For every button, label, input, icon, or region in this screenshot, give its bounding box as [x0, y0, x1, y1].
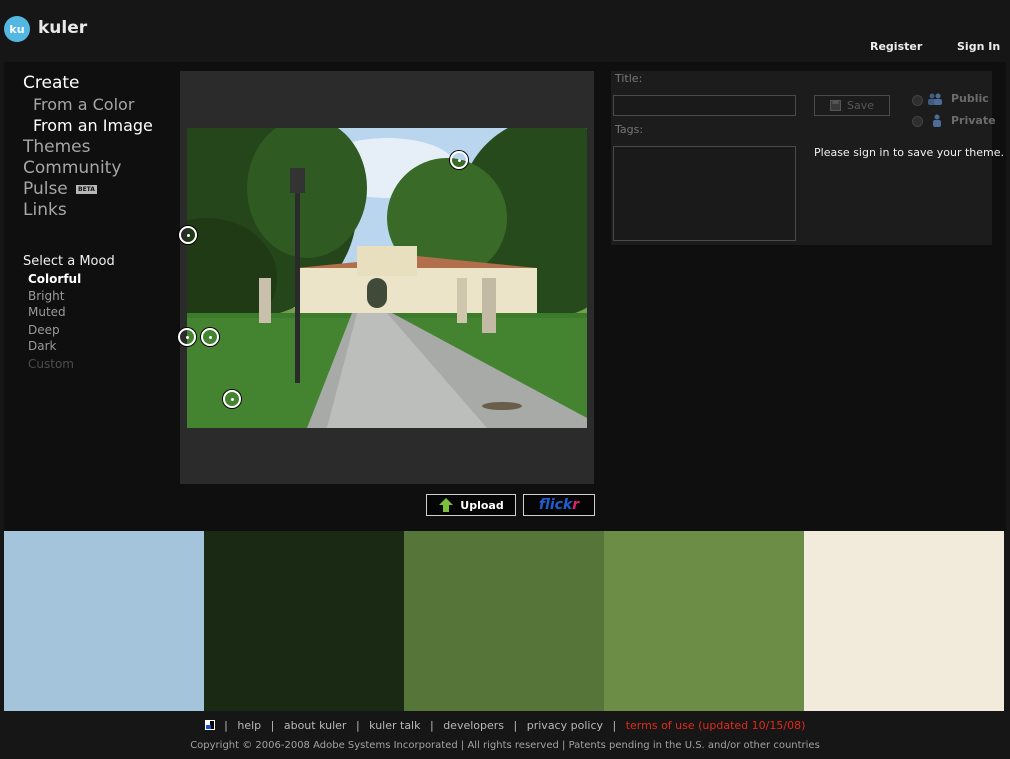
upload-arrow-icon: [439, 498, 454, 512]
footer-developers-link[interactable]: developers: [443, 719, 504, 732]
mood-custom: Custom: [28, 357, 74, 371]
color-picker-1[interactable]: [450, 151, 468, 169]
nav-from-a-color[interactable]: From a Color: [33, 95, 134, 114]
private-radio[interactable]: [912, 116, 923, 127]
signin-message: Please sign in to save your theme.: [814, 146, 1005, 159]
photo-illustration: [187, 128, 587, 428]
color-picker-2[interactable]: [179, 226, 197, 244]
upload-button[interactable]: Upload: [426, 494, 516, 516]
public-label: Public: [951, 92, 989, 105]
nav-from-an-image[interactable]: From an Image: [33, 116, 153, 135]
kuler-logo-icon[interactable]: ku: [4, 16, 30, 42]
save-label: Save: [846, 99, 874, 112]
color-swatch-5[interactable]: [804, 531, 1004, 711]
mood-muted[interactable]: Muted: [28, 305, 66, 319]
color-swatch-3[interactable]: [404, 531, 604, 711]
sign-in-link[interactable]: Sign In: [957, 40, 1000, 53]
nav-links[interactable]: Links: [23, 200, 67, 220]
color-swatch-1[interactable]: [4, 531, 204, 711]
nav-community[interactable]: Community: [23, 158, 121, 178]
title-input[interactable]: [613, 95, 796, 116]
register-link[interactable]: Register: [870, 40, 922, 53]
nav-pulse[interactable]: Pulse: [23, 179, 68, 199]
color-picker-3[interactable]: [178, 328, 196, 346]
person-icon: [933, 114, 941, 127]
nav-themes[interactable]: Themes: [23, 137, 91, 157]
people-icon: [928, 93, 942, 105]
beta-badge: BETA: [76, 185, 97, 194]
footer-talk-link[interactable]: kuler talk: [369, 719, 420, 732]
upload-label: Upload: [460, 498, 504, 512]
footer-separator: |: [224, 719, 228, 732]
mood-bright[interactable]: Bright: [28, 289, 64, 303]
footer-separator: |: [429, 719, 434, 732]
nav-create[interactable]: Create: [23, 73, 80, 93]
save-disk-icon: [829, 100, 841, 111]
footer-links: | help | about kuler | kuler talk | deve…: [0, 719, 1010, 732]
flickr-button[interactable]: flick r: [523, 494, 595, 516]
mood-colorful[interactable]: Colorful: [28, 272, 81, 286]
mood-deep[interactable]: Deep: [28, 323, 60, 337]
footer-separator: |: [513, 719, 518, 732]
title-label: Title:: [615, 72, 643, 85]
mood-dark[interactable]: Dark: [28, 339, 56, 353]
footer-separator: |: [612, 719, 617, 732]
color-picker-4[interactable]: [201, 328, 219, 346]
copyright-text: Copyright © 2006-2008 Adobe Systems Inco…: [190, 740, 820, 751]
color-picker-5[interactable]: [223, 390, 241, 408]
flickr-logo-part-2: r: [572, 497, 580, 513]
footer-terms-link[interactable]: terms of use (updated 10/15/08): [626, 719, 806, 732]
color-swatch-2[interactable]: [204, 531, 404, 711]
footer-about-link[interactable]: about kuler: [284, 719, 347, 732]
flickr-logo-part-1: flick: [538, 497, 573, 513]
footer-separator: |: [270, 719, 275, 732]
tags-label: Tags:: [615, 123, 644, 136]
tags-input[interactable]: [613, 146, 796, 241]
kuler-logo-text[interactable]: kuler: [38, 18, 87, 38]
footer-separator: |: [355, 719, 360, 732]
mood-title: Select a Mood: [23, 254, 115, 269]
source-photo: [187, 128, 587, 428]
footer-help-link[interactable]: help: [237, 719, 261, 732]
adobe-logo-icon[interactable]: [204, 720, 215, 730]
private-label: Private: [951, 114, 996, 127]
footer-privacy-link[interactable]: privacy policy: [527, 719, 603, 732]
color-swatch-4[interactable]: [604, 531, 804, 711]
save-button[interactable]: Save: [814, 95, 890, 116]
public-radio[interactable]: [912, 95, 923, 106]
